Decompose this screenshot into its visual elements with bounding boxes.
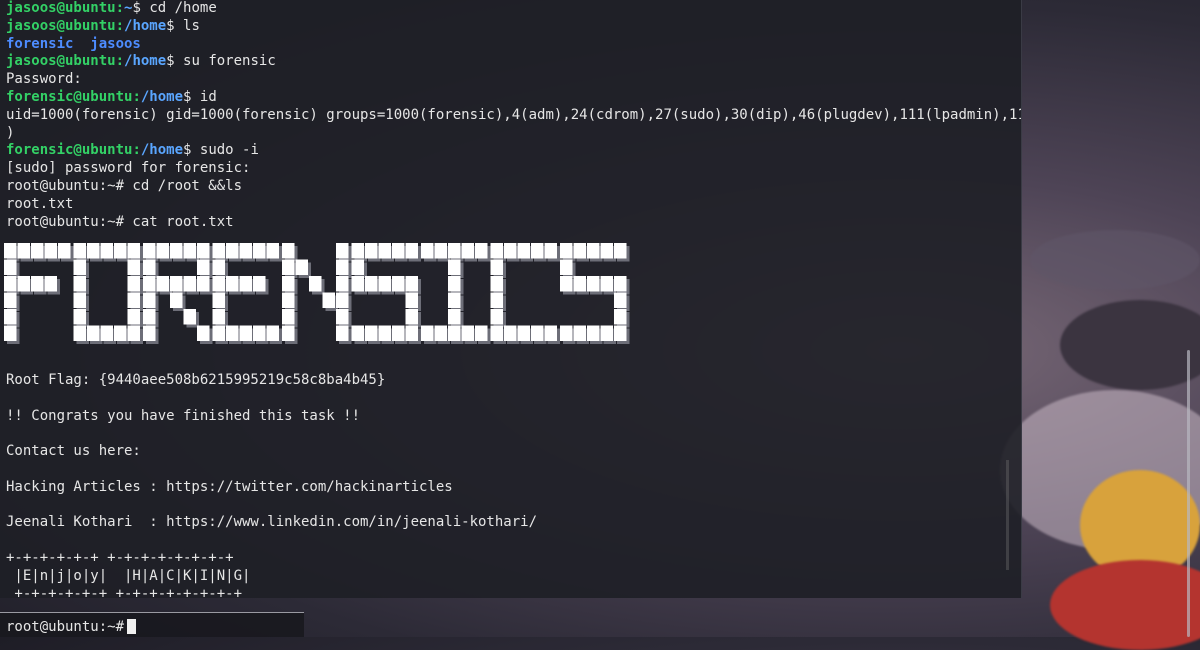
prompt-symbol: $ xyxy=(132,0,141,16)
banner-letter xyxy=(351,243,421,344)
terminal-scrollbar[interactable] xyxy=(1006,460,1009,570)
prompt-symbol: $ xyxy=(166,17,175,34)
terminal-output: jasoos@ubuntu:~$ cd /home jasoos@ubuntu:/… xyxy=(6,0,1022,231)
ascii-banner xyxy=(4,243,630,344)
output-line: |E|n|j|o|y| |H|A|C|K|I|N|G| xyxy=(6,567,251,584)
command-text: sudo -i xyxy=(191,142,259,159)
prompt-user: forensic@ubuntu xyxy=(6,142,133,159)
prompt-line[interactable]: root@ubuntu:~# xyxy=(6,619,137,635)
terminal-line: [sudo] password for forensic: xyxy=(6,160,251,177)
terminal-line: root@ubuntu:~# cd /root &&ls xyxy=(6,177,243,194)
banner-letter xyxy=(4,243,74,344)
banner-letter xyxy=(490,243,560,344)
prompt-user: jasoos@ubuntu xyxy=(6,17,116,34)
wallpaper-shape xyxy=(1060,300,1200,390)
prompt-text: root@ubuntu:~# xyxy=(6,619,125,635)
terminal-line: forensic@ubuntu:/home$ id xyxy=(6,89,1022,107)
prompt-path: /home xyxy=(124,17,167,34)
banner-letter xyxy=(212,243,282,344)
output-line: Contact us here: xyxy=(6,443,141,460)
prompt-colon: : xyxy=(115,17,125,34)
terminal-line: ) xyxy=(6,124,15,141)
flag-output: Root Flag: {9440aee508b6215995219c58c8ba… xyxy=(6,372,537,598)
output-line: Jeenali Kothari : https://www.linkedin.c… xyxy=(6,514,538,531)
terminal-line: Password: xyxy=(6,71,82,88)
prompt-user: forensic@ubuntu xyxy=(6,88,133,105)
output-line: Hacking Articles : https://twitter.com/h… xyxy=(6,478,453,495)
terminal-line: jasoos@ubuntu:~$ cd /home xyxy=(6,0,1022,18)
prompt-user: jasoos@ubuntu xyxy=(6,0,116,16)
prompt-colon: : xyxy=(132,142,141,159)
desktop-scrollbar[interactable] xyxy=(1184,350,1194,637)
directory-listing: forensic jasoos xyxy=(6,35,141,52)
terminal-line: forensic jasoos xyxy=(6,36,1022,54)
terminal-line: jasoos@ubuntu:/home$ su forensic xyxy=(6,53,1022,71)
prompt-colon: : xyxy=(115,0,125,16)
bottom-terminal[interactable]: root@ubuntu:~# xyxy=(0,612,304,637)
prompt-colon: : xyxy=(115,53,125,70)
prompt-colon: : xyxy=(132,88,141,105)
terminal-line: uid=1000(forensic) gid=1000(forensic) gr… xyxy=(6,106,1022,123)
banner-letter xyxy=(73,243,143,344)
banner-letter xyxy=(282,243,352,344)
prompt-symbol: $ xyxy=(166,53,175,70)
prompt-user: jasoos@ubuntu xyxy=(6,53,116,70)
command-text: ls xyxy=(174,17,200,34)
divider xyxy=(0,612,304,613)
prompt-path: /home xyxy=(140,88,184,105)
terminal-line: jasoos@ubuntu:/home$ ls xyxy=(6,18,1022,36)
output-line: Root Flag: {9440aee508b6215995219c58c8ba… xyxy=(6,372,386,388)
scrollbar-thumb[interactable] xyxy=(1187,350,1190,637)
command-text: id xyxy=(191,88,217,105)
output-line: !! Congrats you have finished this task … xyxy=(6,407,361,424)
prompt-path: /home xyxy=(140,142,184,159)
output-line: +-+-+-+-+-+ +-+-+-+-+-+-+-+ xyxy=(6,549,234,566)
command-text: su forensic xyxy=(174,53,276,70)
terminal-line: root@ubuntu:~# cat root.txt xyxy=(6,213,234,230)
banner-letter xyxy=(421,243,491,344)
prompt-path: /home xyxy=(124,53,167,70)
terminal-line: forensic@ubuntu:/home$ sudo -i xyxy=(6,142,1022,160)
banner-letter xyxy=(143,243,213,344)
wallpaper-shape xyxy=(1030,230,1200,290)
terminal-window[interactable]: jasoos@ubuntu:~$ cd /home jasoos@ubuntu:/… xyxy=(0,0,1022,598)
banner-letter xyxy=(560,243,630,344)
terminal-line: root.txt xyxy=(6,195,74,212)
output-line: +-+-+-+-+-+ +-+-+-+-+-+-+-+ xyxy=(6,585,243,598)
text-cursor xyxy=(127,619,137,634)
command-text: cd /home xyxy=(140,0,217,16)
